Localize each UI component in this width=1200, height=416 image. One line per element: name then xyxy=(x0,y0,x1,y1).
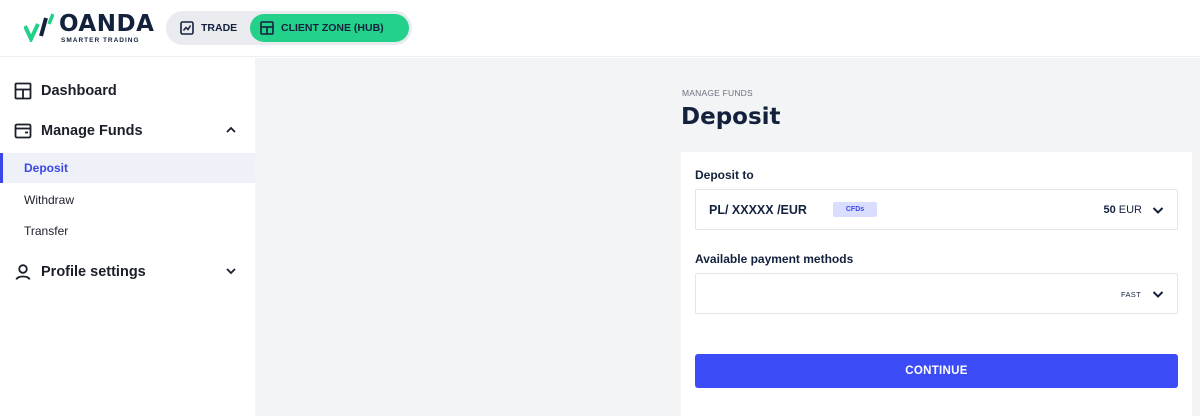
logo-wordmark: OANDA xyxy=(59,11,155,37)
sidebar-item-label: Transfer xyxy=(24,224,69,238)
chevron-down-icon xyxy=(1152,291,1164,298)
sidebar-item-label: Withdraw xyxy=(24,193,75,207)
balance-amount: 50 xyxy=(1103,204,1116,216)
client-zone-label: CLIENT ZONE (HUB) xyxy=(281,22,384,34)
logo-tagline: SMARTER TRADING xyxy=(61,37,140,44)
chart-icon xyxy=(180,21,194,35)
account-balance: 50 EUR xyxy=(1103,204,1142,216)
deposit-card: Deposit to PL/ XXXXX /EUR CFDs 50 EUR Av… xyxy=(681,152,1192,416)
chevron-down-icon xyxy=(226,268,236,275)
sidebar: Dashboard Manage Funds Deposit Withdraw … xyxy=(0,58,255,416)
payment-methods-label: Available payment methods xyxy=(695,252,854,266)
client-zone-toggle-button[interactable]: CLIENT ZONE (HUB) xyxy=(250,14,409,42)
sidebar-item-label: Deposit xyxy=(24,161,69,175)
trade-toggle-button[interactable]: TRADE xyxy=(180,14,250,42)
platform-switcher: TRADE CLIENT ZONE (HUB) xyxy=(166,11,412,45)
chevron-up-icon xyxy=(226,126,236,133)
sidebar-item-label: Dashboard xyxy=(41,83,117,99)
main-content: MANAGE FUNDS Deposit Deposit to PL/ XXXX… xyxy=(255,58,1200,416)
sidebar-item-dashboard[interactable]: Dashboard xyxy=(0,73,255,109)
sidebar-item-deposit[interactable]: Deposit xyxy=(0,153,255,183)
account-select[interactable]: PL/ XXXXX /EUR CFDs 50 EUR xyxy=(695,189,1178,230)
sidebar-item-withdraw[interactable]: Withdraw xyxy=(0,185,255,215)
account-type-badge: CFDs xyxy=(833,202,877,217)
dashboard-icon xyxy=(14,82,32,100)
oanda-logo-icon xyxy=(24,13,54,42)
balance-currency: EUR xyxy=(1118,204,1142,216)
payment-method-select[interactable]: FAST xyxy=(695,273,1178,314)
continue-button[interactable]: CONTINUE xyxy=(695,354,1178,388)
trade-label: TRADE xyxy=(201,22,238,34)
user-icon xyxy=(15,264,31,280)
wallet-icon xyxy=(14,123,32,139)
sidebar-item-transfer[interactable]: Transfer xyxy=(0,216,255,246)
sidebar-item-profile-settings[interactable]: Profile settings xyxy=(0,254,255,290)
deposit-to-label: Deposit to xyxy=(695,168,754,182)
payment-speed-label: FAST xyxy=(1121,290,1141,299)
oanda-logo[interactable]: OANDA SMARTER TRADING xyxy=(24,10,154,48)
breadcrumb: MANAGE FUNDS xyxy=(682,88,753,98)
top-header: OANDA SMARTER TRADING TRADE CLIENT ZONE … xyxy=(0,0,1200,57)
sidebar-item-manage-funds[interactable]: Manage Funds xyxy=(0,113,255,149)
chevron-down-icon xyxy=(1152,207,1164,214)
page-title: Deposit xyxy=(681,104,781,130)
sidebar-item-label: Profile settings xyxy=(41,264,146,280)
dashboard-icon xyxy=(260,21,274,35)
account-name: PL/ XXXXX /EUR xyxy=(709,203,807,217)
sidebar-item-label: Manage Funds xyxy=(41,123,143,139)
